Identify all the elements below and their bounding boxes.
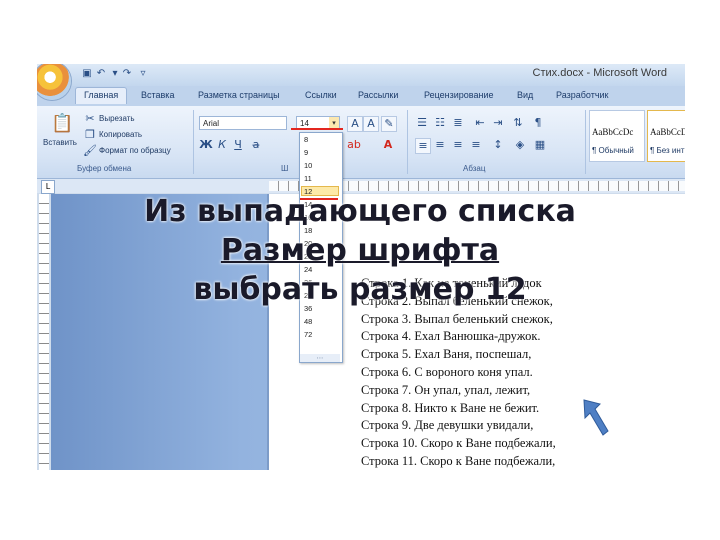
grow-font-icon[interactable]: A [347, 116, 363, 132]
decrease-indent-icon[interactable]: ⇤ [473, 116, 487, 130]
paste-button[interactable]: Вставить [43, 138, 77, 147]
borders-icon[interactable]: ▦ [533, 138, 547, 152]
cut-button[interactable]: Вырезать [99, 114, 135, 123]
paste-icon[interactable]: 📋 [51, 112, 73, 136]
highlight-mark [291, 128, 343, 130]
caption-line-3: выбрать размер 12 [193, 272, 527, 307]
tab-view[interactable]: Вид [517, 90, 533, 100]
ribbon: 📋 Вставить ✂ Вырезать ❐ Копировать 🖌 Фор… [37, 106, 685, 179]
underline-button[interactable]: Ч [231, 138, 245, 152]
tab-home[interactable]: Главная [75, 87, 128, 104]
shading-icon[interactable]: ◈ [513, 138, 527, 152]
instruction-caption: Из выпадающего списка Размер шрифта выбр… [0, 192, 720, 309]
tab-insert[interactable]: Вставка [141, 90, 174, 100]
italic-button[interactable]: К [215, 138, 229, 152]
tab-developer[interactable]: Разработчик [556, 90, 608, 100]
document-line[interactable]: Строка 4. Ехал Ванюшка-дружок. [361, 329, 541, 344]
style-sample: АаBbCcDc [650, 127, 685, 137]
document-line[interactable]: Строка 10. Скоро к Ване подбежали, [361, 436, 556, 451]
style-sample: АаBbCcDc [592, 127, 634, 137]
bullets-icon[interactable]: ☰ [415, 116, 429, 130]
tab-page-layout[interactable]: Разметка страницы [198, 90, 280, 100]
document-line[interactable]: Строка 3. Выпал беленький снежок, [361, 312, 553, 327]
increase-indent-icon[interactable]: ⇥ [491, 116, 505, 130]
font-size-option[interactable]: 72 [304, 330, 312, 339]
align-right-icon[interactable]: ≡ [451, 138, 465, 152]
pilcrow-icon[interactable]: ¶ [531, 116, 545, 130]
font-group-label: Ш [281, 164, 289, 173]
document-line[interactable]: Строка 5. Ехал Ваня, поспешал, [361, 347, 531, 362]
scissors-icon[interactable]: ✂ [83, 112, 97, 126]
style-name: ¶ Без инт [650, 146, 685, 155]
group-divider [407, 110, 408, 174]
clipboard-group-label: Буфер обмена [77, 164, 132, 173]
copy-icon[interactable]: ❐ [83, 128, 97, 142]
line-spacing-icon[interactable]: ↕ [491, 138, 505, 152]
undo-icon[interactable]: ↶ [95, 68, 107, 80]
font-size-option[interactable]: 11 [304, 174, 312, 183]
shrink-font-icon[interactable]: A [363, 116, 379, 132]
font-size-option[interactable]: 8 [304, 135, 308, 144]
horizontal-ruler-bar: L [37, 179, 685, 194]
font-color-icon[interactable]: A [381, 138, 395, 152]
font-size-option[interactable]: 9 [304, 148, 308, 157]
style-name: ¶ Обычный [592, 146, 634, 155]
justify-icon[interactable]: ≡ [469, 138, 483, 152]
window-title: Стих.docx - Microsoft Word [532, 67, 667, 79]
style-no-spacing[interactable]: АаBbCcDc ¶ Без инт [647, 110, 685, 162]
font-size-option[interactable]: 10 [304, 161, 312, 170]
style-normal[interactable]: АаBbCcDc ¶ Обычный [589, 110, 645, 162]
save-icon[interactable]: ▣ [81, 68, 93, 80]
document-line[interactable]: Строка 7. Он упал, упал, лежит, [361, 383, 530, 398]
document-line[interactable]: Строка 9. Две девушки увидали, [361, 418, 533, 433]
sort-icon[interactable]: ⇅ [511, 116, 525, 130]
document-line[interactable]: Строка 8. Никто к Ване не бежит. [361, 401, 539, 416]
tab-references[interactable]: Ссылки [305, 90, 337, 100]
caption-line-1: Из выпадающего списка [144, 194, 576, 229]
strikethrough-icon[interactable]: a̶ [249, 138, 263, 152]
resize-grip-icon[interactable]: ⋯ [300, 354, 340, 362]
align-left-icon[interactable]: ≡ [415, 138, 431, 154]
dropdown-icon[interactable]: ▾ [109, 68, 121, 80]
numbering-icon[interactable]: ☷ [433, 116, 447, 130]
multilevel-list-icon[interactable]: ≣ [451, 116, 465, 130]
bold-button[interactable]: Ж [199, 138, 213, 152]
font-size-option[interactable]: 48 [304, 317, 312, 326]
tab-review[interactable]: Рецензирование [424, 90, 494, 100]
clear-format-icon[interactable]: ✎ [381, 116, 397, 132]
format-painter-icon[interactable]: 🖌 [83, 144, 97, 158]
customize-icon[interactable]: ▿ [137, 68, 149, 80]
caption-line-2: Размер шрифта [220, 233, 500, 268]
paragraph-group-label: Абзац [463, 164, 486, 173]
group-divider [193, 110, 194, 174]
copy-button[interactable]: Копировать [99, 130, 142, 139]
format-painter-button[interactable]: Формат по образцу [99, 146, 171, 155]
document-line[interactable]: Строка 6. С вороного коня упал. [361, 365, 533, 380]
arrow-icon [583, 399, 609, 436]
group-divider [585, 110, 586, 174]
document-line[interactable]: Строка 11. Скоро к Ване подбежали, [361, 454, 555, 469]
tab-mailings[interactable]: Рассылки [358, 90, 398, 100]
align-center-icon[interactable]: ≡ [433, 138, 447, 152]
redo-icon[interactable]: ↷ [121, 68, 133, 80]
ribbon-tabs: Главная Вставка Разметка страницы Ссылки… [37, 86, 685, 106]
highlight-icon[interactable]: ab [347, 138, 361, 152]
font-name-combo[interactable]: Arial [199, 116, 287, 130]
title-bar: ▣ ↶ ▾ ↷ ▿ Стих.docx - Microsoft Word [37, 64, 685, 86]
